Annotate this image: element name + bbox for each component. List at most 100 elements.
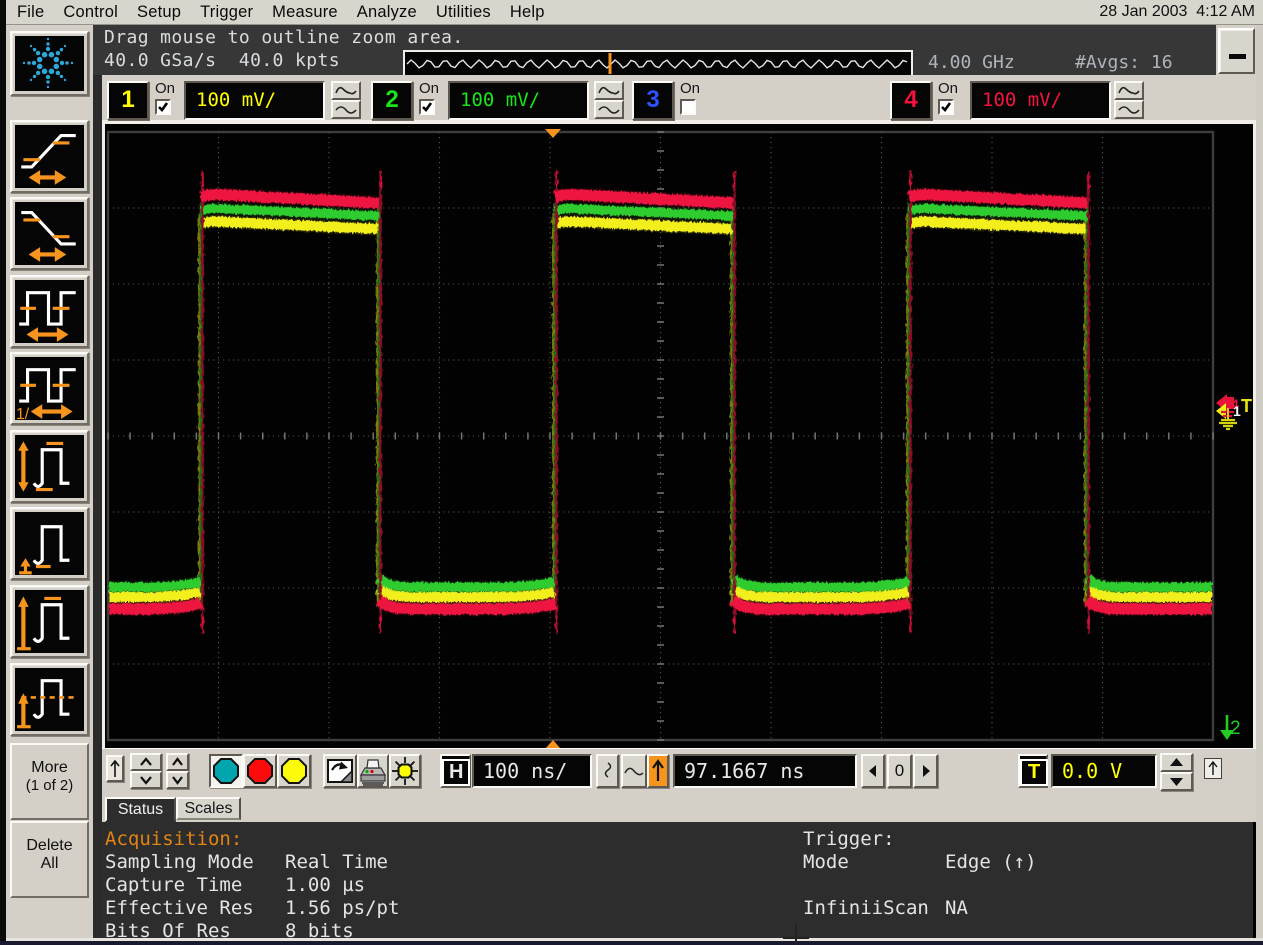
chevron-down-icon [132, 773, 160, 787]
offset-up-button[interactable] [166, 753, 189, 771]
tab-scales[interactable]: Scales [176, 797, 241, 820]
export-screen-icon [325, 756, 355, 786]
delay-decrement-button[interactable] [861, 754, 885, 788]
bits-of-res-row: Bits Of Res8 bits [105, 920, 354, 943]
trigger-level-up-button[interactable] [1160, 753, 1193, 772]
vertical-scale-up-button[interactable] [130, 753, 162, 771]
offset-down-button[interactable] [166, 771, 189, 789]
infiniiscan-row: InfiniiScanNA [803, 897, 968, 920]
measure-period-button[interactable] [10, 275, 89, 348]
sidebar: 1/ [6, 25, 93, 938]
left-triangle-icon [863, 756, 883, 786]
channel-3-on-checkbox[interactable] [680, 99, 696, 115]
channel-3-button[interactable]: 3 [632, 81, 674, 120]
fine-horizontal-button[interactable] [596, 754, 619, 788]
waveform-preview-bar[interactable] [403, 50, 913, 77]
svg-text:2: 2 [1230, 718, 1241, 739]
horizontal-menu-button[interactable]: H [440, 754, 471, 788]
tab-status[interactable]: Status [105, 797, 176, 822]
agilent-logo-button[interactable] [10, 31, 89, 96]
channel-4-button[interactable]: 4 [890, 81, 932, 120]
chevron-up-icon [132, 755, 160, 769]
agilent-spark-icon-svg [15, 36, 82, 91]
channel-2-wave-down-button[interactable] [594, 100, 624, 119]
menu-help[interactable]: Help [510, 0, 545, 22]
channel-4-wave-up-button[interactable] [1114, 81, 1144, 100]
delay-zero-button[interactable]: 0 [887, 754, 912, 788]
delay-field[interactable]: 97.1667 ns [673, 754, 857, 788]
print-button[interactable] [357, 754, 389, 788]
measure-vavg-button[interactable] [10, 663, 89, 736]
horizontal-sine-button[interactable] [621, 754, 647, 788]
trigger-menu-button[interactable]: T [1018, 754, 1048, 788]
channel-2-coupling [594, 81, 624, 120]
waveform-display[interactable]: 41T2 [102, 124, 1256, 748]
menu-utilities[interactable]: Utilities [436, 0, 491, 22]
channel-1-wave-up-button[interactable] [331, 81, 361, 100]
channel-2-wave-up-button[interactable] [594, 81, 624, 100]
channel-2-scale-field[interactable]: 100 mV/ [448, 81, 589, 120]
measure-fall-time-button[interactable] [10, 197, 89, 270]
channel-1-coupling [331, 81, 361, 120]
menu-trigger[interactable]: Trigger [200, 0, 253, 22]
brightness-button[interactable] [389, 754, 421, 788]
single-button[interactable] [277, 754, 311, 788]
measure-vmax-button[interactable] [10, 585, 89, 658]
channel-1-on-label: On [155, 80, 175, 97]
stop-button[interactable] [243, 754, 277, 788]
trigger-slope-button[interactable] [647, 754, 669, 788]
channel-2-on-checkbox[interactable] [419, 99, 435, 115]
preview-waveform-icon [405, 52, 911, 75]
averages-readout: #Avgs: 16 [1075, 52, 1173, 73]
single-octagon-icon [279, 756, 309, 786]
menu-control[interactable]: Control [63, 0, 118, 22]
menu-setup[interactable]: Setup [137, 0, 181, 22]
trigger-level-down-button[interactable] [1160, 772, 1193, 791]
channel-4-scale-field[interactable]: 100 mV/ [970, 81, 1111, 120]
more-button[interactable]: More (1 of 2) [10, 743, 89, 820]
trigger-level-field[interactable]: 0.0 V [1051, 754, 1157, 788]
measure-vpp-button[interactable] [10, 430, 89, 503]
acquisition-heading: Acquisition: [105, 828, 242, 851]
run-button[interactable] [209, 754, 243, 788]
vertical-scale-down-button[interactable] [130, 771, 162, 789]
sun-icon [391, 756, 419, 786]
period-icon [15, 280, 82, 343]
minimize-button[interactable] [1218, 28, 1255, 74]
sine-step-icon [334, 84, 358, 97]
channel-4-on-label: On [938, 80, 958, 97]
channel-2-button[interactable]: 2 [371, 81, 413, 120]
small-squiggle-icon [598, 756, 617, 786]
measure-rise-time-button[interactable] [10, 120, 89, 193]
bottom-tab-strip: Status Scales [102, 793, 1256, 822]
delete-all-button[interactable]: Delete All [10, 821, 89, 898]
bandwidth-readout: 4.00 GHz [928, 52, 1015, 73]
quick-export-button[interactable] [323, 754, 357, 788]
trigger-slope-mini-button[interactable] [1204, 758, 1222, 779]
menu-file[interactable]: File [17, 0, 44, 22]
menu-measure[interactable]: Measure [272, 0, 338, 22]
scope-graticule-and-traces: 41T2 [105, 124, 1253, 748]
channel-4-on-checkbox[interactable] [938, 99, 954, 115]
channel-1-button[interactable]: 1 [107, 81, 149, 120]
sine-icon [1117, 103, 1141, 116]
v-min-icon [15, 512, 82, 575]
timebase-field[interactable]: 100 ns/ [472, 754, 592, 788]
menu-analyze[interactable]: Analyze [357, 0, 417, 22]
fall-time-icon [15, 202, 82, 265]
measure-frequency-button[interactable]: 1/ [10, 352, 89, 425]
delay-increment-button[interactable] [913, 754, 938, 788]
panel-divider [93, 25, 102, 938]
mouse-cursor-crosshair [795, 925, 797, 945]
measure-vmin-button[interactable] [10, 507, 89, 580]
channel-1-on-checkbox[interactable] [155, 99, 171, 115]
channel-4-wave-down-button[interactable] [1114, 100, 1144, 119]
stop-octagon-icon [245, 756, 275, 786]
svg-text:1: 1 [1233, 403, 1241, 419]
channel-controls-row: 1 On 100 mV/ 2 On 100 mV/ 3 On 4 On 100 … [102, 75, 1256, 124]
channel-1-wave-down-button[interactable] [331, 100, 361, 119]
v-average-icon [15, 668, 82, 731]
trigger-slope-indicator-button[interactable] [106, 755, 124, 782]
channel-1-scale-field[interactable]: 100 mV/ [184, 81, 325, 120]
run-octagon-icon [211, 756, 241, 786]
